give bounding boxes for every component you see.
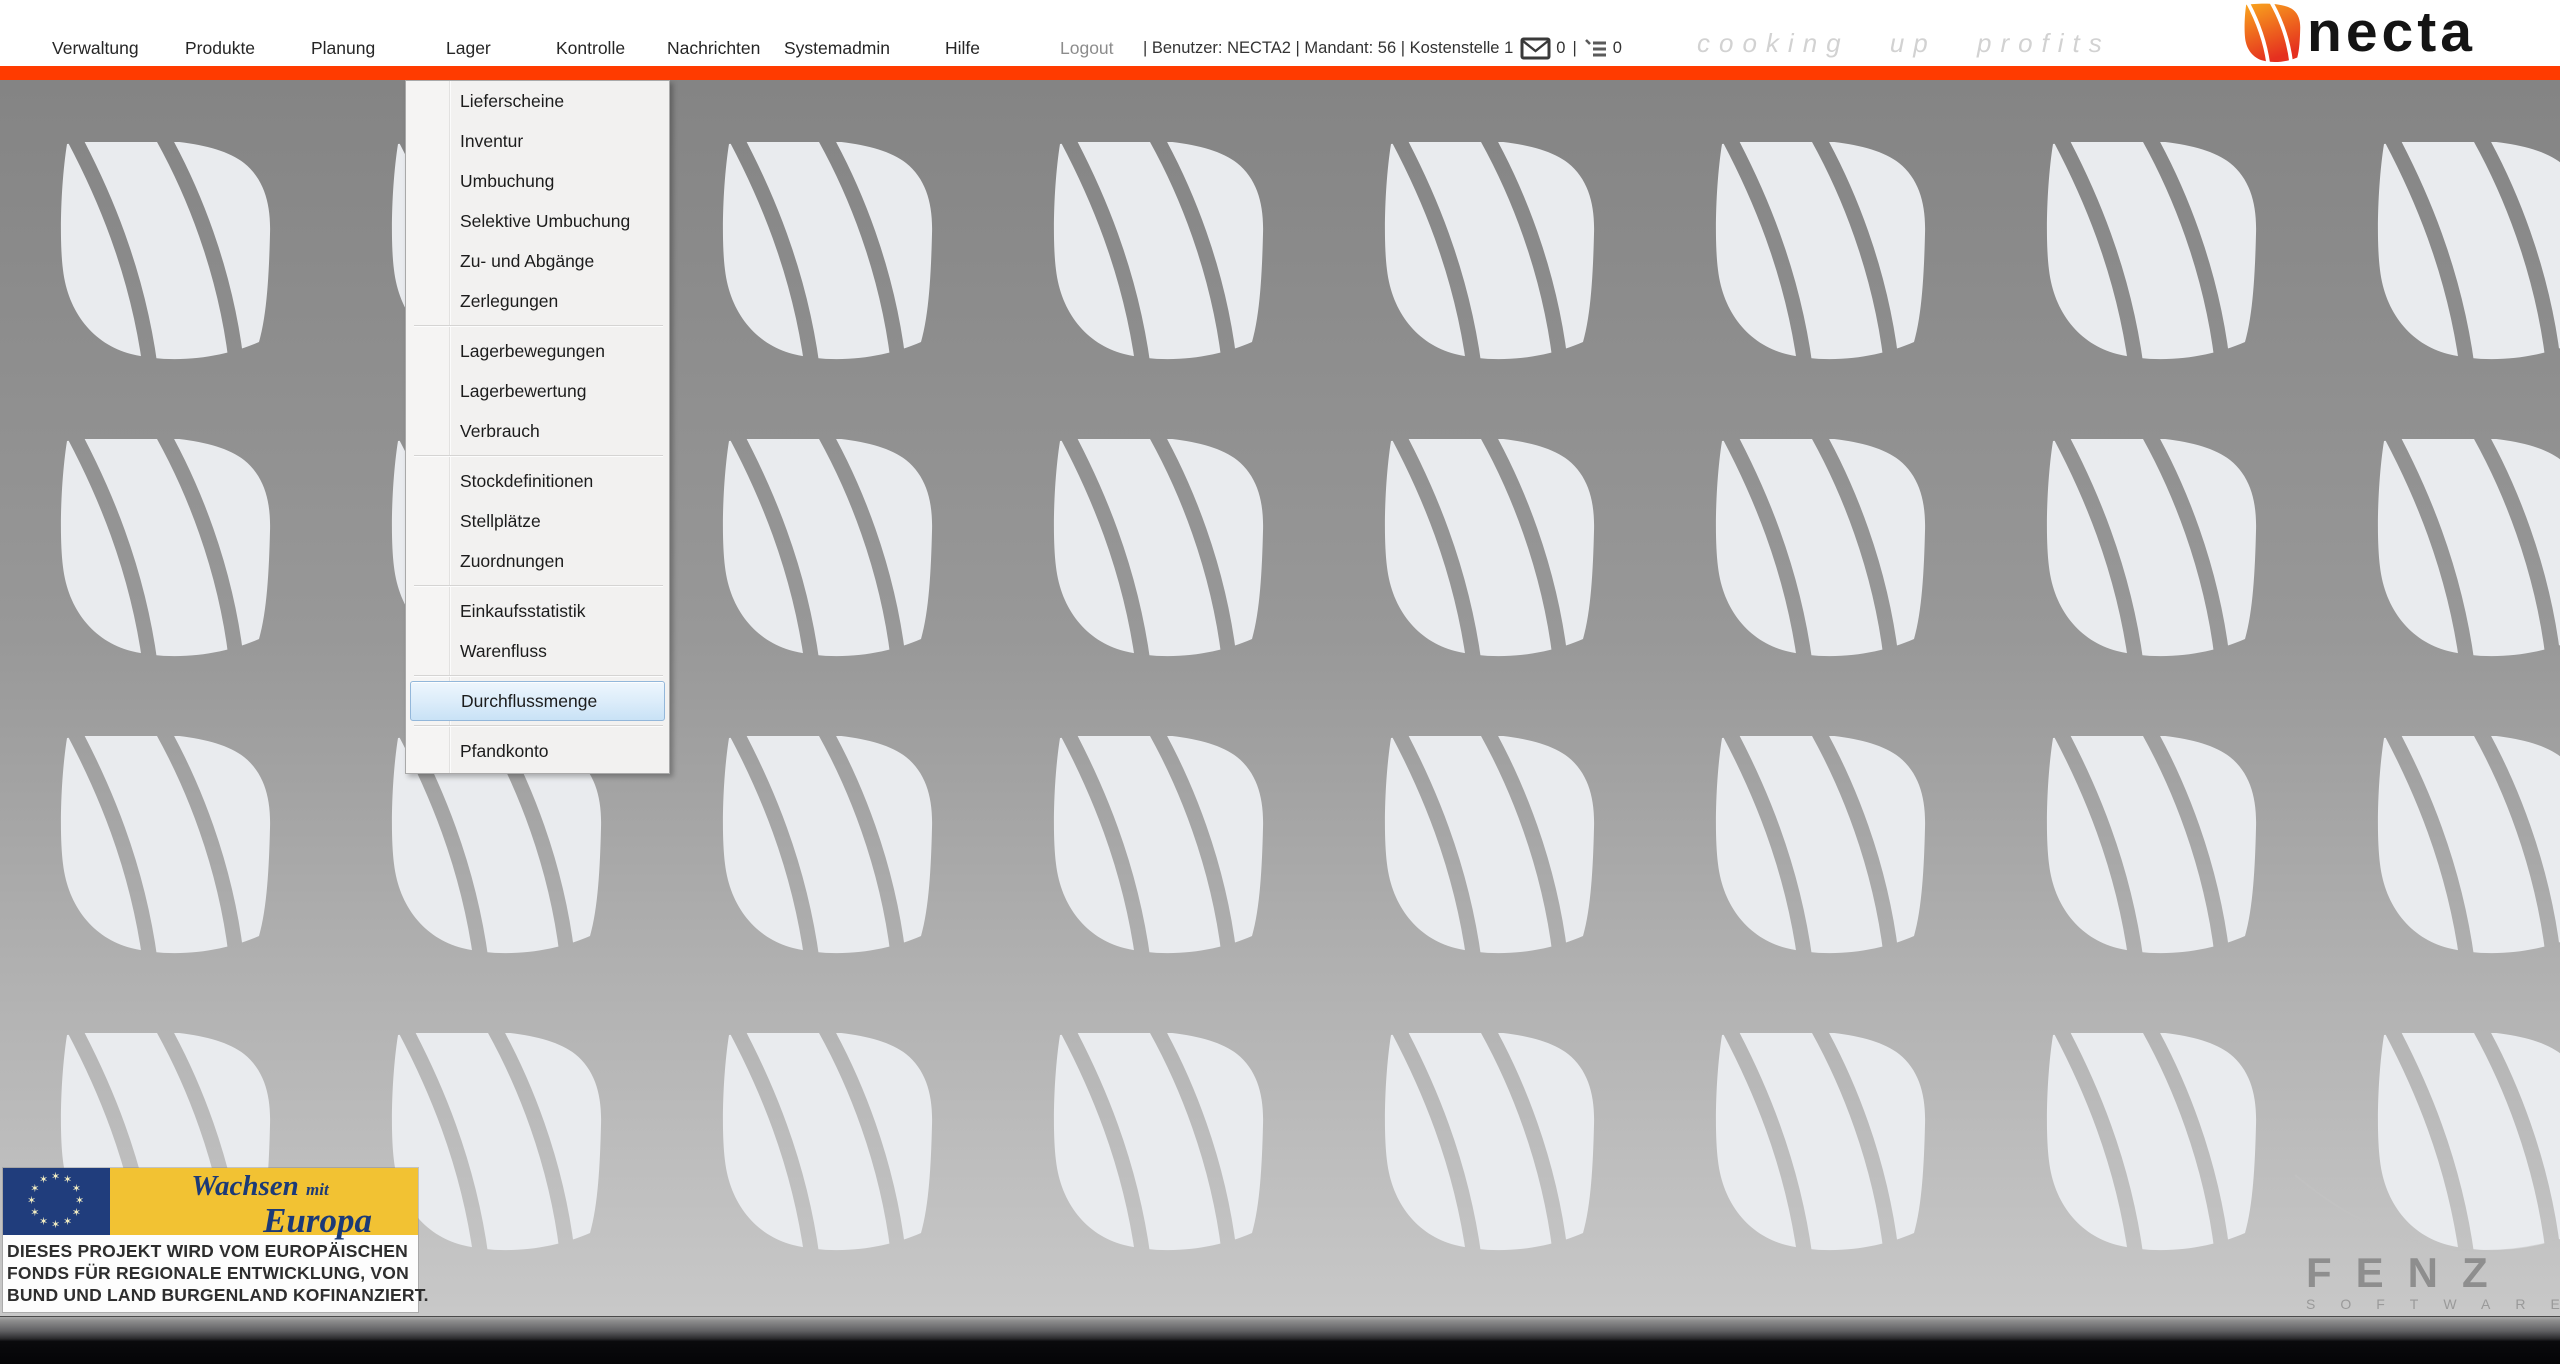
eu-title-word3: Europa bbox=[110, 1203, 410, 1238]
eu-star-icon: ✶ bbox=[39, 1175, 48, 1186]
eu-star-icon: ✶ bbox=[51, 1172, 60, 1183]
menubar-item-planung[interactable]: Planung bbox=[311, 38, 375, 58]
menubar-item-nachrichten[interactable]: Nachrichten bbox=[667, 38, 760, 58]
logout-button[interactable]: Logout bbox=[1060, 38, 1114, 58]
eu-banner-title: Wachsen mit Europa bbox=[110, 1172, 410, 1238]
menu-item-selektive-umbuchung[interactable]: Selektive Umbuchung bbox=[406, 201, 669, 241]
menu-item-lagerbewertung[interactable]: Lagerbewertung bbox=[406, 371, 669, 411]
menubar-item-systemadmin[interactable]: Systemadmin bbox=[784, 38, 890, 58]
eu-star-icon: ✶ bbox=[63, 1217, 72, 1228]
menu-item-stellplaetze[interactable]: Stellplätze bbox=[406, 501, 669, 541]
mail-count: 0 bbox=[1556, 39, 1565, 58]
necta-logo: necta bbox=[2243, 3, 2476, 63]
menubar-item-lager[interactable]: Lager bbox=[446, 38, 491, 58]
eu-star-icon: ✶ bbox=[72, 1184, 81, 1195]
eu-star-icon: ✶ bbox=[30, 1208, 39, 1219]
menu-item-durchflussmenge[interactable]: Durchflussmenge bbox=[410, 681, 665, 721]
menu-item-lieferscheine[interactable]: Lieferscheine bbox=[406, 81, 669, 121]
menu-separator bbox=[406, 721, 669, 731]
eu-text-line: BUND UND LAND BURGENLAND KOFINANZIERT. bbox=[7, 1284, 414, 1306]
eu-text-line: FONDS FÜR REGIONALE ENTWICKLUNG, VON bbox=[7, 1262, 414, 1284]
eu-flag-icon: ✶✶✶✶✶✶✶✶✶✶✶✶ bbox=[3, 1168, 110, 1235]
menu-item-verbrauch[interactable]: Verbrauch bbox=[406, 411, 669, 451]
menubar-item-produkte[interactable]: Produkte bbox=[185, 38, 255, 58]
lager-dropdown-menu: Lieferscheine Inventur Umbuchung Selekti… bbox=[405, 80, 670, 774]
menu-item-zuordnungen[interactable]: Zuordnungen bbox=[406, 541, 669, 581]
menu-item-pfandkonto[interactable]: Pfandkonto bbox=[406, 731, 669, 771]
eu-title-word2: mit bbox=[306, 1180, 329, 1199]
eu-star-icon: ✶ bbox=[27, 1196, 36, 1207]
brand-tagline: cooking up profits bbox=[1697, 28, 2111, 59]
eu-banner-header: ✶✶✶✶✶✶✶✶✶✶✶✶ Wachsen mit Europa bbox=[3, 1168, 418, 1235]
menu-item-zerlegungen[interactable]: Zerlegungen bbox=[406, 281, 669, 321]
eu-title-word1: Wachsen bbox=[191, 1170, 298, 1202]
fenz-subtitle: SOFTWARE bbox=[2306, 1296, 2560, 1312]
necta-leaf-icon bbox=[2243, 3, 2301, 63]
mail-icon[interactable] bbox=[1520, 37, 1551, 60]
eu-star-icon: ✶ bbox=[75, 1196, 84, 1207]
menu-separator bbox=[406, 581, 669, 591]
bottom-frame-bar bbox=[0, 1316, 2560, 1364]
eu-text-line: DIESES PROJEKT WIRD VOM EUROPÄISCHEN bbox=[7, 1240, 414, 1262]
eu-banner-text: DIESES PROJEKT WIRD VOM EUROPÄISCHEN FON… bbox=[3, 1235, 418, 1312]
eu-star-icon: ✶ bbox=[72, 1208, 81, 1219]
menu-separator bbox=[406, 451, 669, 461]
eu-star-icon: ✶ bbox=[39, 1217, 48, 1228]
menu-item-einkaufsstatistik[interactable]: Einkaufsstatistik bbox=[406, 591, 669, 631]
menubar-item-hilfe[interactable]: Hilfe bbox=[945, 38, 980, 58]
menu-item-zu-und-abgaenge[interactable]: Zu- und Abgänge bbox=[406, 241, 669, 281]
necta-logo-text: necta bbox=[2307, 3, 2476, 61]
eu-star-icon: ✶ bbox=[51, 1220, 60, 1231]
accent-divider-bar bbox=[0, 66, 2560, 80]
eu-funding-banner: ✶✶✶✶✶✶✶✶✶✶✶✶ Wachsen mit Europa DIESES P… bbox=[3, 1168, 418, 1312]
menu-item-stockdefinitionen[interactable]: Stockdefinitionen bbox=[406, 461, 669, 501]
menu-separator bbox=[406, 671, 669, 681]
fenz-software-watermark: FENZ SOFTWARE bbox=[2306, 1252, 2560, 1312]
status-divider: | bbox=[1572, 39, 1576, 58]
menu-separator bbox=[406, 321, 669, 331]
fenz-name: FENZ bbox=[2306, 1252, 2560, 1294]
user-status-bar: | Benutzer: NECTA2 | Mandant: 56 | Koste… bbox=[1143, 36, 1622, 60]
content-background: Lieferscheine Inventur Umbuchung Selekti… bbox=[0, 80, 2560, 1316]
menubar-item-verwaltung[interactable]: Verwaltung bbox=[52, 38, 139, 58]
menu-item-umbuchung[interactable]: Umbuchung bbox=[406, 161, 669, 201]
application-window: Verwaltung Produkte Planung Lager Kontro… bbox=[0, 0, 2560, 1364]
task-count: 0 bbox=[1613, 39, 1622, 58]
leaf-wallpaper-pattern bbox=[0, 80, 2560, 1316]
user-status-text: | Benutzer: NECTA2 | Mandant: 56 | Koste… bbox=[1143, 39, 1513, 58]
tasks-icon[interactable] bbox=[1584, 36, 1608, 60]
menu-item-lagerbewegungen[interactable]: Lagerbewegungen bbox=[406, 331, 669, 371]
menu-item-inventur[interactable]: Inventur bbox=[406, 121, 669, 161]
top-menubar: Verwaltung Produkte Planung Lager Kontro… bbox=[0, 0, 2560, 66]
menu-item-warenfluss[interactable]: Warenfluss bbox=[406, 631, 669, 671]
menubar-item-kontrolle[interactable]: Kontrolle bbox=[556, 38, 625, 58]
